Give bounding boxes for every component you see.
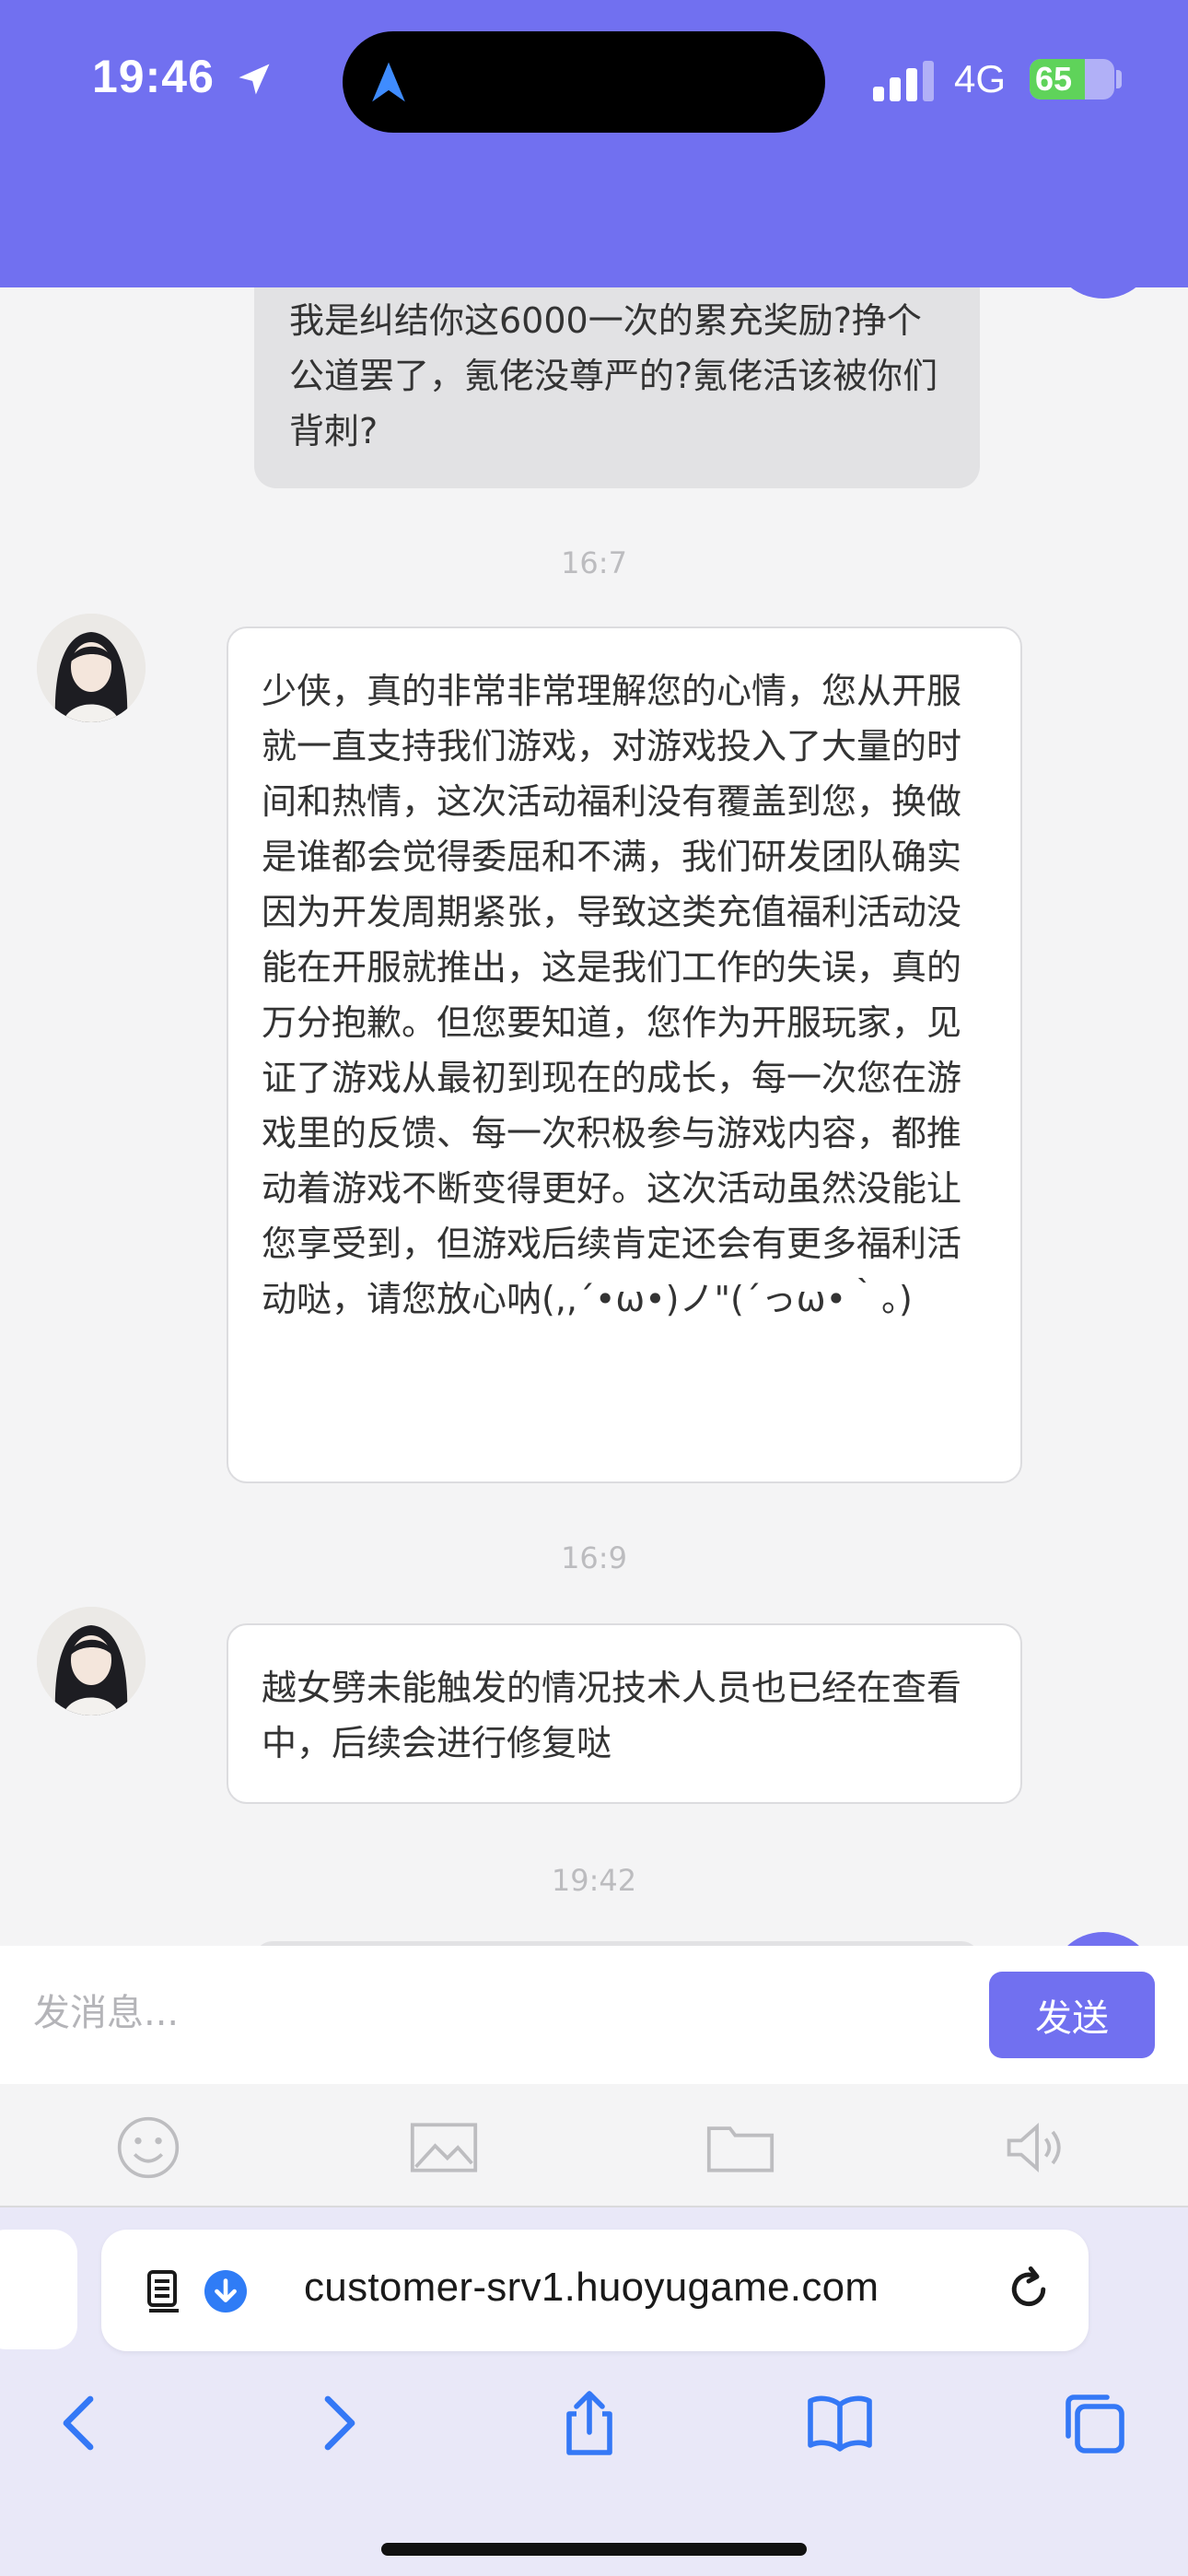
browser-toolbar: customer-srv1.huoyugame.com: [0, 2207, 1188, 2576]
reload-icon[interactable]: [1004, 2265, 1054, 2314]
battery-icon: 65: [1030, 59, 1114, 100]
voice-icon[interactable]: [1002, 2115, 1072, 2180]
tabs-icon[interactable]: [1059, 2388, 1129, 2458]
agent-portrait-icon: [37, 614, 146, 722]
signal-strength-icon: [873, 61, 934, 101]
message-input-bar: 发送: [0, 1946, 1188, 2084]
location-arrow-icon: [239, 64, 270, 95]
reader-icon[interactable]: [146, 2266, 193, 2314]
share-icon[interactable]: [554, 2388, 624, 2458]
network-type: 4G: [954, 57, 1007, 100]
emoji-icon[interactable]: [113, 2115, 183, 2180]
previous-tab[interactable]: [0, 2230, 77, 2349]
header-bar: 19:46 4G 65: [0, 0, 1188, 287]
message-timestamp: 19:42: [551, 1863, 637, 1898]
address-bar[interactable]: customer-srv1.huoyugame.com: [101, 2230, 1089, 2351]
agent-avatar: [37, 614, 146, 722]
status-time: 19:46: [92, 51, 215, 102]
bookmarks-icon[interactable]: [805, 2388, 875, 2458]
user-avatar: [1050, 1932, 1157, 1946]
agent-avatar: [37, 1607, 146, 1715]
home-indicator[interactable]: [381, 2543, 807, 2556]
message-bubble-agent: 少侠，真的非常非常理解您的心情，您从开服就一直支持我们游戏，对游戏投入了大量的时…: [227, 626, 1022, 1483]
back-icon[interactable]: [44, 2388, 114, 2458]
chat-area[interactable]: 我是纠结你这6000一次的累充奖励?挣个公道罢了，氪佬没尊严的?氪佬活该被你们背…: [0, 287, 1188, 1946]
dynamic-island: [343, 31, 825, 133]
battery-percent: 65: [1035, 60, 1073, 98]
agent-portrait-icon: [37, 1607, 146, 1715]
send-button[interactable]: 发送: [989, 1972, 1155, 2058]
message-bubble-user: 我是纠结你这6000一次的累充奖励?挣个公道罢了，氪佬没尊严的?氪佬活该被你们背…: [254, 287, 980, 488]
download-icon[interactable]: [204, 2270, 247, 2313]
folder-icon[interactable]: [705, 2115, 775, 2180]
navigation-app-icon: [372, 62, 405, 102]
battery-cap: [1116, 70, 1122, 88]
message-timestamp: 16:9: [561, 1540, 627, 1575]
attachment-toolbar: [0, 2084, 1188, 2207]
message-bubble-agent: 越女劈未能触发的情况技术人员也已经在查看中，后续会进行修复哒: [227, 1623, 1022, 1804]
url-text: customer-srv1.huoyugame.com: [304, 2265, 879, 2310]
message-input[interactable]: [33, 1962, 963, 2064]
message-timestamp: 16:7: [561, 545, 627, 580]
forward-icon[interactable]: [304, 2388, 374, 2458]
image-icon[interactable]: [409, 2115, 479, 2180]
